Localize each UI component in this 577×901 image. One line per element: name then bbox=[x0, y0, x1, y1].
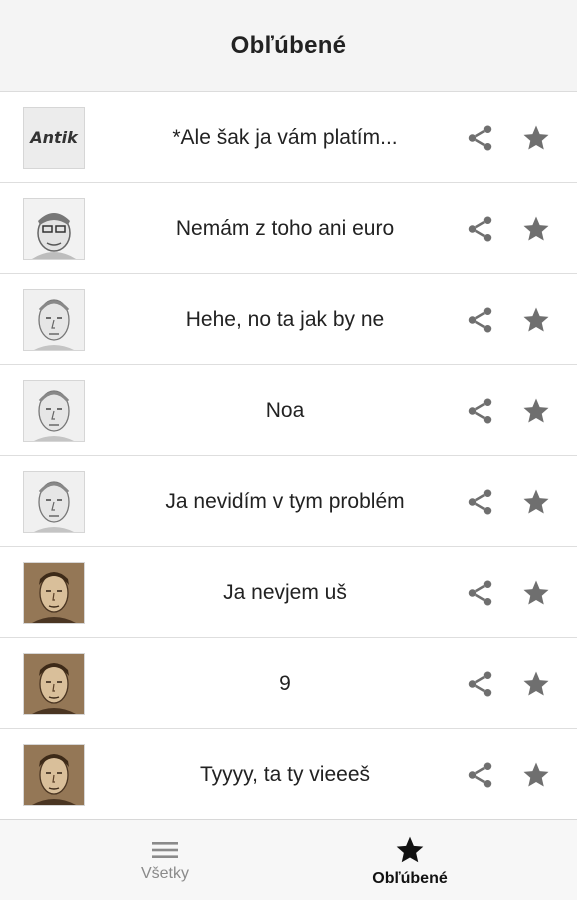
share-button[interactable] bbox=[462, 302, 498, 338]
list-item[interactable]: Hehe, no ta jak by ne bbox=[0, 274, 577, 365]
share-icon bbox=[468, 762, 492, 788]
share-icon bbox=[468, 489, 492, 515]
avatar bbox=[23, 744, 85, 806]
page-title: Obľúbené bbox=[230, 31, 347, 59]
list-item[interactable]: Nemám z toho ani euro bbox=[0, 183, 577, 274]
quote-text: Ja nevidím v tym problém bbox=[165, 489, 405, 513]
avatar: Antik bbox=[23, 107, 85, 169]
star-icon bbox=[523, 216, 549, 241]
list-item[interactable]: Tyyyy, ta ty vieeeš bbox=[0, 729, 577, 819]
nav-tab-favorites[interactable]: Obľúbené bbox=[340, 820, 480, 901]
share-icon bbox=[468, 580, 492, 606]
nav-tab-all[interactable]: Všetky bbox=[95, 820, 235, 901]
share-button[interactable] bbox=[462, 757, 498, 793]
avatar bbox=[23, 289, 85, 351]
avatar bbox=[23, 653, 85, 715]
menu-icon bbox=[152, 841, 178, 858]
star-icon bbox=[523, 671, 549, 696]
share-icon bbox=[468, 671, 492, 697]
nav-tab-favorites-label: Obľúbené bbox=[372, 869, 448, 887]
favorite-button[interactable] bbox=[518, 120, 554, 156]
quote-text: Noa bbox=[265, 398, 305, 422]
app-header: Obľúbené bbox=[0, 0, 577, 92]
avatar bbox=[23, 198, 85, 260]
share-button[interactable] bbox=[462, 575, 498, 611]
share-button[interactable] bbox=[462, 211, 498, 247]
share-button[interactable] bbox=[462, 484, 498, 520]
favorite-button[interactable] bbox=[518, 666, 554, 702]
share-button[interactable] bbox=[462, 393, 498, 429]
star-icon bbox=[523, 398, 549, 423]
quote-text: *Ale šak ja vám platím... bbox=[172, 125, 398, 149]
quote-text: Tyyyy, ta ty vieeeš bbox=[200, 762, 370, 786]
quote-text: Hehe, no ta jak by ne bbox=[185, 307, 385, 331]
bottom-navigation: Všetky Obľúbené bbox=[0, 819, 577, 900]
share-icon bbox=[468, 307, 492, 333]
star-icon bbox=[523, 307, 549, 332]
list-item[interactable]: 9 bbox=[0, 638, 577, 729]
star-icon bbox=[523, 580, 549, 605]
share-icon bbox=[468, 216, 492, 242]
favorite-button[interactable] bbox=[518, 393, 554, 429]
share-icon bbox=[468, 398, 492, 424]
quote-text: Nemám z toho ani euro bbox=[175, 216, 395, 240]
antik-logo-text: Antik bbox=[28, 128, 79, 147]
share-icon bbox=[468, 125, 492, 151]
quote-text: 9 bbox=[279, 671, 291, 695]
nav-tab-all-label: Všetky bbox=[140, 864, 189, 882]
star-icon bbox=[523, 762, 549, 787]
avatar bbox=[23, 562, 85, 624]
share-button[interactable] bbox=[462, 120, 498, 156]
star-icon bbox=[523, 125, 549, 150]
favorite-button[interactable] bbox=[518, 757, 554, 793]
star-icon bbox=[396, 836, 424, 862]
star-icon bbox=[523, 489, 549, 514]
list-item[interactable]: Noa bbox=[0, 365, 577, 456]
favorites-list: Antik *Ale šak ja vám platím... Nemám z … bbox=[0, 92, 577, 819]
favorite-button[interactable] bbox=[518, 302, 554, 338]
share-button[interactable] bbox=[462, 666, 498, 702]
quote-text: Ja nevjem uš bbox=[223, 580, 347, 604]
list-item[interactable]: Antik *Ale šak ja vám platím... bbox=[0, 92, 577, 183]
avatar bbox=[23, 380, 85, 442]
favorite-button[interactable] bbox=[518, 484, 554, 520]
avatar bbox=[23, 471, 85, 533]
favorite-button[interactable] bbox=[518, 211, 554, 247]
favorite-button[interactable] bbox=[518, 575, 554, 611]
list-item[interactable]: Ja nevjem uš bbox=[0, 547, 577, 638]
list-item[interactable]: Ja nevidím v tym problém bbox=[0, 456, 577, 547]
